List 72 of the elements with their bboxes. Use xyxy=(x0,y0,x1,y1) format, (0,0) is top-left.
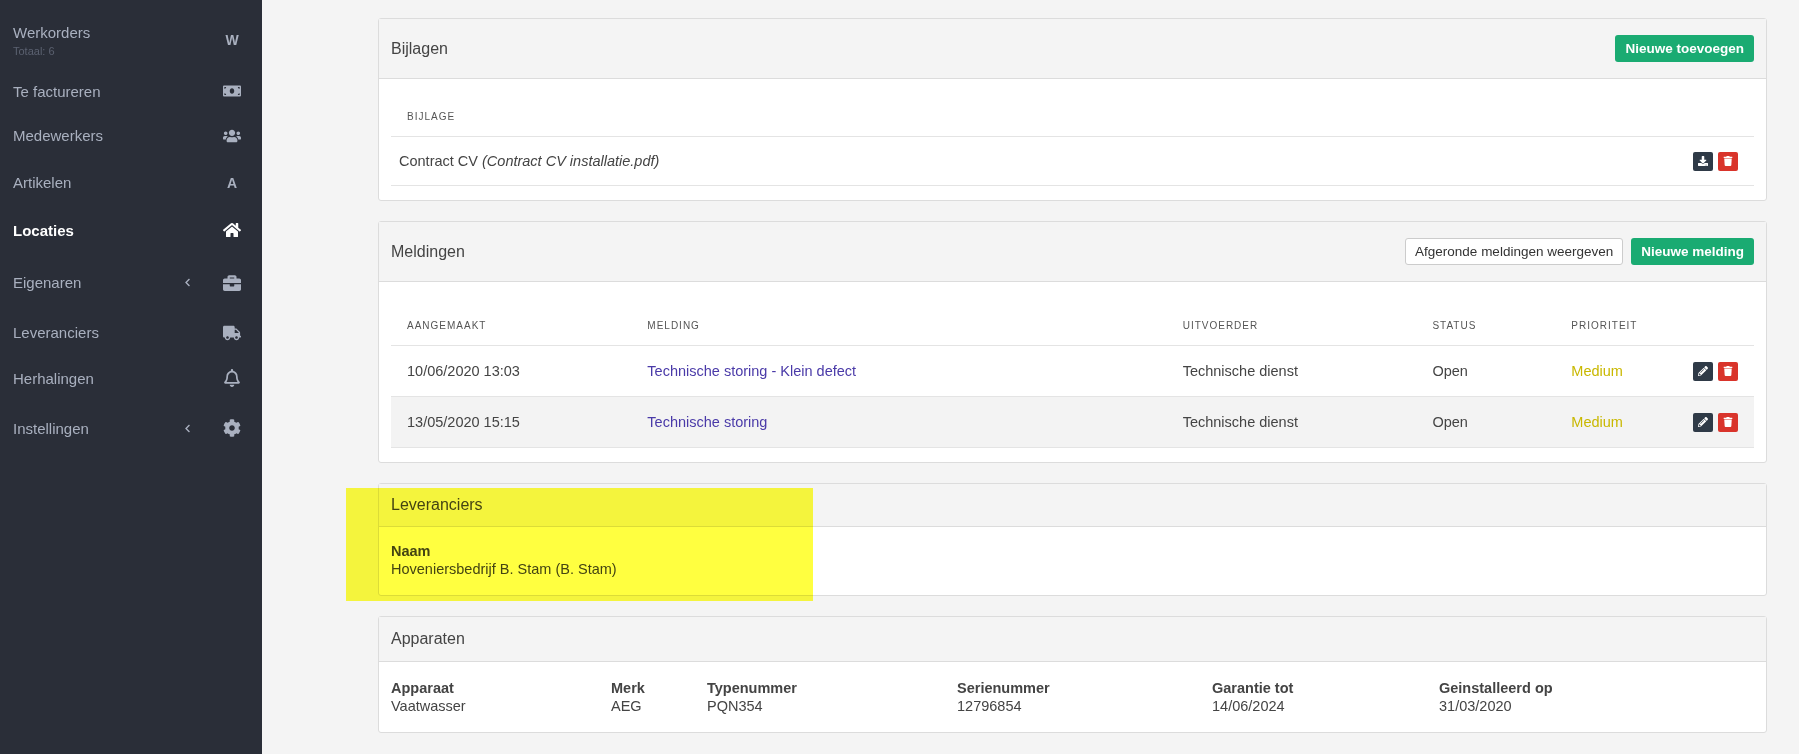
field-value: PQN354 xyxy=(707,698,764,714)
sidebar-label: Leveranciers xyxy=(13,324,100,341)
delete-button[interactable] xyxy=(1718,361,1738,381)
sidebar-label: Herhalingen xyxy=(13,369,95,387)
trash-icon xyxy=(1723,366,1733,376)
column-header: UITVOERDER xyxy=(1166,288,1417,346)
table-cell: Open xyxy=(1416,396,1556,448)
card-title: Apparaten xyxy=(391,630,465,648)
field-value: 12796854 xyxy=(957,698,1023,714)
table-cell: 13/05/2020 15:15 xyxy=(391,396,632,448)
table-cell: Technische dienst xyxy=(1166,396,1417,448)
sidebar-item[interactable]: Instellingen xyxy=(0,402,262,454)
sidebar-item[interactable]: Artikelen A xyxy=(0,159,262,206)
house-icon xyxy=(223,221,241,239)
trash-icon xyxy=(1723,417,1733,427)
attachment-name: Contract CV (Contract CV installatie.pdf) xyxy=(391,136,1449,186)
field-label: Serienummer xyxy=(957,680,1051,696)
field-label: Typenummer xyxy=(707,680,798,696)
field-value: 31/03/2020 xyxy=(1439,698,1513,714)
table-cell: Open xyxy=(1416,345,1556,397)
field-label: Apparaat xyxy=(391,680,455,696)
pencil-icon xyxy=(1698,417,1708,427)
priority-label: Medium xyxy=(1571,363,1623,379)
sidebar-label: Locaties xyxy=(13,221,75,239)
sidebar-label: Medewerkers xyxy=(13,127,105,144)
bell-icon xyxy=(223,369,241,387)
sidebar-label: Instellingen xyxy=(13,419,90,437)
sidebar-item[interactable]: Eigenaren xyxy=(0,254,262,311)
notification-link[interactable]: Technische storing xyxy=(647,414,768,430)
download-button[interactable] xyxy=(1693,151,1713,171)
download-icon xyxy=(1698,156,1708,166)
letter-icon: A xyxy=(226,174,238,191)
sidebar-item[interactable]: Leveranciers xyxy=(0,311,262,354)
table-cell: Technische dienst xyxy=(1166,345,1417,397)
sidebar-item[interactable]: Medewerkers xyxy=(0,112,262,159)
field-value: Vaatwasser xyxy=(391,698,467,714)
letter-icon: W xyxy=(225,32,239,48)
show-completed-button[interactable]: Afgeronde meldingen weergeven xyxy=(1405,238,1624,265)
card-title: Leveranciers xyxy=(391,496,483,514)
pencil-icon xyxy=(1698,366,1708,376)
field-label: Naam xyxy=(391,543,432,559)
sidebar-item[interactable]: Herhalingen xyxy=(0,354,262,402)
card-title: Bijlagen xyxy=(391,39,448,58)
table-cell: 10/06/2020 13:03 xyxy=(391,345,632,397)
sidebar-label: Te factureren xyxy=(13,82,102,100)
sidebar-label: Artikelen xyxy=(13,174,73,191)
field-value: Hoveniersbedrijf B. Stam (B. Stam) xyxy=(391,561,618,577)
column-header: MELDING xyxy=(631,288,1167,346)
field-label: Geinstalleerd op xyxy=(1439,680,1554,696)
sidebar-item[interactable]: Locaties xyxy=(0,206,262,254)
briefcase-icon xyxy=(223,273,241,292)
delete-button[interactable] xyxy=(1718,412,1738,432)
card-title: Meldingen xyxy=(391,242,465,261)
column-header: AANGEMAAKT xyxy=(391,288,632,346)
priority-label: Medium xyxy=(1571,414,1623,430)
column-header: BIJLAGE xyxy=(391,85,1449,137)
edit-button[interactable] xyxy=(1693,361,1713,381)
column-header: STATUS xyxy=(1416,288,1556,346)
sidebar-label: Eigenaren xyxy=(13,274,83,291)
field-label: Merk xyxy=(611,680,646,696)
field-value: AEG xyxy=(611,698,643,714)
trash-icon xyxy=(1723,156,1733,166)
notification-link[interactable]: Technische storing - Klein defect xyxy=(647,363,857,379)
truck-icon xyxy=(223,323,241,342)
sidebar-item[interactable]: Te factureren xyxy=(0,70,262,112)
sidebar-label: Werkorders xyxy=(13,23,92,41)
field-value: 14/06/2024 xyxy=(1212,698,1286,714)
settings-icon xyxy=(223,419,241,437)
column-header: PRIORITEIT xyxy=(1555,288,1654,346)
edit-button[interactable] xyxy=(1693,412,1713,432)
field-label: Garantie tot xyxy=(1212,680,1295,696)
delete-button[interactable] xyxy=(1718,151,1738,171)
